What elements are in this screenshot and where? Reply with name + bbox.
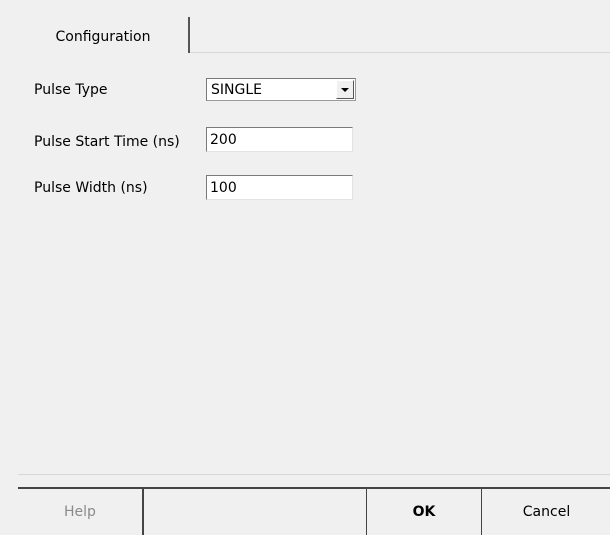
configuration-panel: Pulse Type SINGLE Pulse Start Time (ns) …: [18, 52, 610, 475]
configuration-dialog: Configuration Pulse Type SINGLE Pulse St…: [0, 0, 610, 535]
cancel-button[interactable]: Cancel: [483, 489, 610, 535]
pulse-start-time-label: Pulse Start Time (ns): [34, 134, 180, 150]
dropdown-arrow-button[interactable]: [336, 80, 354, 99]
pulse-start-time-input[interactable]: [206, 127, 353, 152]
pulse-width-label: Pulse Width (ns): [34, 180, 148, 196]
help-button[interactable]: Help: [18, 489, 144, 535]
chevron-down-icon: [341, 87, 349, 92]
tab-configuration[interactable]: Configuration: [18, 17, 190, 53]
pulse-type-label: Pulse Type: [34, 82, 108, 98]
button-bar: Help OK Cancel: [18, 487, 610, 535]
pulse-type-select[interactable]: SINGLE: [206, 78, 356, 101]
pulse-width-input[interactable]: [206, 175, 353, 200]
tab-strip: Configuration: [18, 0, 610, 53]
tab-configuration-label: Configuration: [55, 29, 151, 45]
pulse-type-selected-value: SINGLE: [211, 81, 262, 98]
ok-button[interactable]: OK: [366, 489, 482, 535]
